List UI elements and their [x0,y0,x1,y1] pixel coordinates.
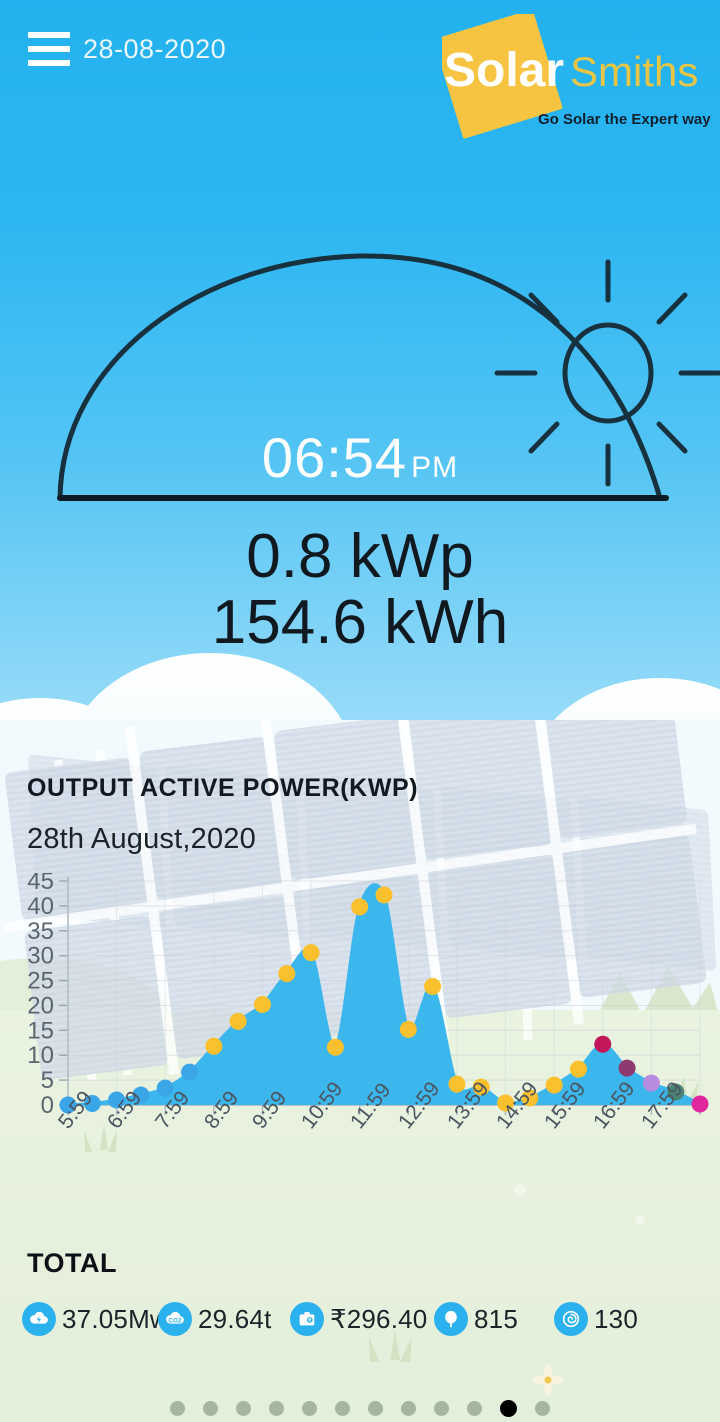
chart-data-point[interactable] [399,1020,417,1038]
logo-tagline: Go Solar the Expert way! [538,111,712,128]
y-tick-label: 30 [27,943,54,970]
chart-data-point[interactable] [545,1076,563,1094]
totals-label: TOTAL [27,1248,117,1278]
header-date: 28-08-2020 [83,34,227,64]
cloud-energy-icon [22,1302,56,1336]
y-tick-label: 15 [27,1017,54,1044]
brand-logo: Solar Smiths Go Solar the Expert way! [433,9,716,154]
output-power-chart-panel: OUTPUT ACTIVE POWER(KWP) 28th August,202… [0,765,720,1245]
chart-data-point[interactable] [521,1089,539,1107]
chart-data-point[interactable] [642,1074,660,1092]
total-item: CO2 29.64t [158,1296,272,1342]
chart-data-point[interactable] [205,1037,223,1055]
chart-data-point[interactable] [448,1075,466,1093]
y-tick-label: 25 [27,968,54,995]
chart-data-point[interactable] [253,995,271,1013]
chart-data-point[interactable] [497,1094,515,1112]
app-header: 28-08-2020 Solar Smiths Go Solar the Exp… [0,0,720,170]
chart-data-point[interactable] [83,1095,101,1113]
y-tick-label: 40 [27,893,54,920]
logo-word-solar: Solar [444,44,564,97]
chart-title: OUTPUT ACTIVE POWER(KWP) [27,774,419,802]
y-tick-label: 20 [27,992,54,1019]
page-dot[interactable] [236,1400,251,1416]
chart-data-point[interactable] [278,965,296,983]
hamburger-menu-icon[interactable] [28,32,70,67]
page-dot-active[interactable] [500,1399,517,1417]
y-tick-label: 0 [41,1092,54,1119]
cloud-co2-icon: CO2 [158,1302,192,1336]
chart-data-point[interactable] [156,1079,174,1097]
page-indicator[interactable] [0,1393,720,1422]
coal-saved-icon [554,1302,588,1336]
chart-data-point[interactable] [132,1086,150,1104]
app-root: 28-08-2020 Solar Smiths Go Solar the Exp… [0,0,720,1422]
current-time: 06:54 PM [0,430,720,486]
y-tick-label: 10 [27,1042,54,1069]
chart-data-point[interactable] [569,1060,587,1078]
page-dot[interactable] [203,1400,218,1416]
chart-data-point[interactable] [229,1012,247,1030]
chart-svg[interactable]: 051015202530354045 [0,873,720,1173]
time-value: 06:54 [261,426,408,489]
totals-row: 37.05Mwh CO2 29.64t ₹ ₹296.40 815 130 [22,1296,712,1342]
y-tick-label: 45 [27,873,54,895]
totals-section: TOTAL 37.05Mwh CO2 29.64t ₹ ₹296.40 815 130 [0,1248,720,1358]
page-dot[interactable] [335,1400,350,1416]
chart-data-point[interactable] [375,886,393,904]
total-item-value: ₹296.40 [330,1303,428,1334]
y-tick-label: 5 [41,1067,54,1094]
total-item: ₹ ₹296.40 [290,1296,427,1342]
page-dot[interactable] [434,1400,449,1416]
tree-icon [434,1302,468,1336]
page-dot[interactable] [401,1400,416,1416]
total-item-value: 29.64t [198,1303,272,1334]
chart-data-point[interactable] [691,1095,709,1113]
total-item-value: 815 [474,1303,518,1334]
chart-data-point[interactable] [302,944,320,962]
chart-data-point[interactable] [181,1063,199,1081]
money-savings-icon: ₹ [290,1302,324,1336]
chart-data-point[interactable] [472,1078,490,1096]
chart-area-fill [68,884,700,1105]
chart-subtitle: 28th August,2020 [27,823,256,855]
area-chart[interactable]: 0 5 10 15 20 25 30 35 40 45 5:59 6:59 7:59 8:59 9:59 1… [0,873,720,1173]
hero-readouts: 0.8 kWp 154.6 kWh [0,524,720,655]
page-dot[interactable] [535,1400,550,1416]
chart-data-point[interactable] [326,1038,344,1056]
logo-word-smiths: Smiths [570,48,698,95]
chart-data-point[interactable] [424,978,442,996]
current-power-value: 0.8 kWp [246,522,474,591]
svg-text:CO2: CO2 [168,1318,182,1325]
chart-data-point[interactable] [618,1059,636,1077]
page-dot[interactable] [368,1400,383,1416]
chart-data-point[interactable] [108,1091,126,1109]
page-dot[interactable] [302,1400,317,1416]
page-dot[interactable] [170,1400,185,1416]
time-ampm: PM [411,451,459,484]
chart-data-point[interactable] [59,1096,77,1114]
page-dot[interactable] [467,1400,482,1416]
page-dot[interactable] [269,1400,284,1416]
total-item: 130 [554,1296,638,1342]
today-energy-value: 154.6 kWh [211,587,509,657]
y-tick-label: 35 [27,918,54,945]
chart-data-point[interactable] [594,1035,612,1053]
total-item: 815 [434,1296,518,1342]
chart-data-point[interactable] [351,898,369,916]
total-item-value: 130 [594,1303,638,1334]
chart-data-point[interactable] [667,1083,685,1101]
